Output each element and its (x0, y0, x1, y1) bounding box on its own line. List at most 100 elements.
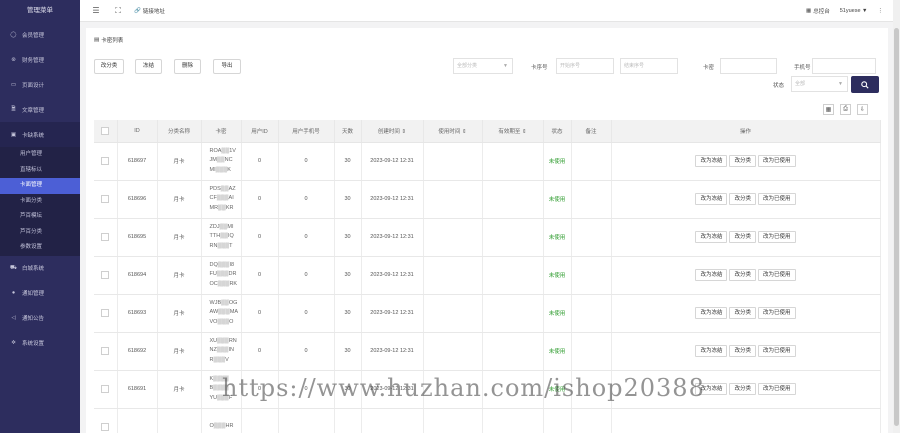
set-frozen-button[interactable]: 改为冻结 (695, 269, 728, 281)
search-button[interactable] (851, 76, 879, 93)
card-code-line: JM▒▒NC (209, 157, 233, 164)
category-cell: 月卡 (157, 294, 202, 333)
column-header[interactable]: 使用时间 ⇕ (423, 120, 483, 143)
row-checkbox[interactable] (101, 347, 110, 355)
sidebar-item-circle[interactable]: ● 通如管理 (0, 281, 80, 306)
end-number-input[interactable]: 结束序号 (620, 58, 678, 74)
set-frozen-button[interactable]: 改为冻结 (695, 155, 728, 167)
row-checkbox[interactable] (101, 157, 110, 165)
dashboard-button[interactable]: ▦ 总控台 (806, 7, 830, 15)
menu-toggle-icon[interactable]: ☰ (90, 5, 102, 17)
set-used-button[interactable]: 改为已使用 (758, 345, 796, 357)
sidebar-item-settings[interactable]: ✲ 系统设置 (0, 331, 80, 356)
change-category-row-button[interactable]: 改分类 (729, 193, 756, 205)
category-select[interactable]: 全部分类 ▼ (453, 58, 513, 74)
card-code-cell: PDS▒▒AZ CF▒▒▒AI MR▒▒KR (201, 180, 242, 219)
set-used-button[interactable]: 改为已使用 (758, 383, 796, 395)
user-id-cell: 0 (241, 256, 279, 295)
phone-input[interactable] (812, 58, 876, 74)
set-used-button[interactable]: 改为已使用 (758, 231, 796, 243)
sidebar-item-layout[interactable]: ▭ 页面设计 (0, 72, 80, 97)
sidebar-subitem[interactable]: 芦百模坛 (0, 209, 80, 225)
actions-cell: 改为冻结 改分类 改为已使用 (611, 332, 881, 371)
days-cell (334, 408, 362, 433)
more-options-icon[interactable]: ⋮ (878, 8, 884, 14)
card-code-line: VO▒▒▒O (209, 318, 234, 325)
change-category-row-button[interactable]: 改分类 (729, 155, 756, 167)
row-checkbox[interactable] (101, 233, 110, 241)
set-frozen-button[interactable]: 改为冻结 (695, 231, 728, 243)
user-menu[interactable]: 51yuese ▼ (840, 8, 868, 14)
export-icon[interactable]: ⇩ (857, 104, 868, 115)
card-input[interactable] (720, 58, 777, 74)
sidebar-item-document[interactable]: 🗎 文章管理 (0, 97, 80, 122)
note-cell (571, 180, 612, 219)
row-checkbox[interactable] (101, 271, 110, 279)
sidebar-subitem[interactable]: 直辖标以 (0, 163, 80, 179)
row-select-cell (94, 142, 118, 181)
user-phone-cell: 0 (278, 256, 335, 295)
card-code-line: ROA▒▒1V (209, 147, 236, 154)
sidebar-item-megaphone[interactable]: ◁ 通知公告 (0, 306, 80, 331)
row-select-cell (94, 294, 118, 333)
status-cell: 未使用 (543, 332, 572, 371)
days-cell: 30 (334, 256, 362, 295)
sidebar-subitem[interactable]: 芦百分类 (0, 225, 80, 241)
status-select[interactable]: 全部 ▼ (791, 76, 848, 92)
select-all-checkbox[interactable] (101, 126, 110, 135)
sidebar-subitem[interactable]: 用户管理 (0, 147, 80, 163)
watermark-text: https://www.huzhan.com/ishop20388 (222, 374, 705, 402)
export-button[interactable]: 导出 (213, 59, 241, 74)
sidebar-item-coin[interactable]: ⊛ 财务管理 (0, 47, 80, 72)
change-category-row-button[interactable]: 改分类 (729, 383, 756, 395)
card-code-line: CF▒▒▒AI (209, 195, 234, 202)
expire-time-cell (482, 408, 544, 433)
card-list-panel: ▤ 卡密列表 改分类 冻结 删除 导出 全部分类 ▼ 卡序号 开始序号 结束序号… (86, 28, 888, 433)
freeze-button[interactable]: 冻结 (135, 59, 162, 74)
change-category-button[interactable]: 改分类 (94, 59, 124, 74)
row-checkbox[interactable] (101, 195, 110, 203)
scrollbar-thumb[interactable] (894, 28, 899, 426)
user-phone-cell: 0 (278, 218, 335, 257)
set-frozen-button[interactable]: 改为冻结 (695, 345, 728, 357)
change-category-row-button[interactable]: 改分类 (729, 307, 756, 319)
sidebar-subitem[interactable]: 卡面管理 (0, 178, 80, 194)
card-code-line: DQ▒▒▒I8 (209, 261, 235, 268)
column-header[interactable]: 创建时间 ⇕ (361, 120, 424, 143)
sidebar-item-cart[interactable]: ⛟ 白城系统 (0, 256, 80, 281)
set-used-button[interactable]: 改为已使用 (758, 193, 796, 205)
print-icon[interactable]: ⎙ (840, 104, 851, 115)
change-category-row-button[interactable]: 改分类 (729, 345, 756, 357)
set-frozen-button[interactable]: 改为冻结 (695, 193, 728, 205)
note-cell (571, 332, 612, 371)
actions-cell: 改为冻结 改分类 改为已使用 (611, 180, 881, 219)
row-checkbox[interactable] (101, 423, 110, 431)
set-used-button[interactable]: 改为已使用 (758, 155, 796, 167)
sidebar-item-user[interactable]: ◯ 会员管理 (0, 22, 80, 47)
sidebar-item-card-system[interactable]: ▣ 卡缺系统 (0, 122, 80, 147)
row-checkbox[interactable] (101, 309, 110, 317)
delete-button[interactable]: 删除 (174, 59, 201, 74)
row-checkbox[interactable] (101, 385, 110, 393)
set-frozen-button[interactable]: 改为冻结 (695, 307, 728, 319)
id-cell (117, 408, 158, 433)
note-cell (571, 408, 612, 433)
change-category-row-button[interactable]: 改分类 (729, 269, 756, 281)
link-address-button[interactable]: 🔗 链接地址 (134, 7, 165, 15)
start-number-input[interactable]: 开始序号 (556, 58, 614, 74)
card-code-line: R▒▒▒V (209, 356, 229, 363)
fullscreen-icon[interactable]: ⛶ (112, 5, 124, 17)
used-time-cell (423, 408, 483, 433)
column-header[interactable]: 有效期至 ⇕ (482, 120, 544, 143)
note-cell (571, 294, 612, 333)
set-used-button[interactable]: 改为已使用 (758, 269, 796, 281)
sidebar-subitem[interactable]: 参数设置 (0, 240, 80, 256)
scrollbar[interactable] (893, 0, 900, 433)
set-used-button[interactable]: 改为已使用 (758, 307, 796, 319)
category-cell: 月卡 (157, 142, 202, 181)
card-code-line: OC▒▒▒RK (209, 280, 238, 287)
sidebar-subitem[interactable]: 卡面分类 (0, 194, 80, 210)
document-icon: 🗎 (11, 106, 16, 112)
columns-icon[interactable]: ▦ (823, 104, 834, 115)
change-category-row-button[interactable]: 改分类 (729, 231, 756, 243)
